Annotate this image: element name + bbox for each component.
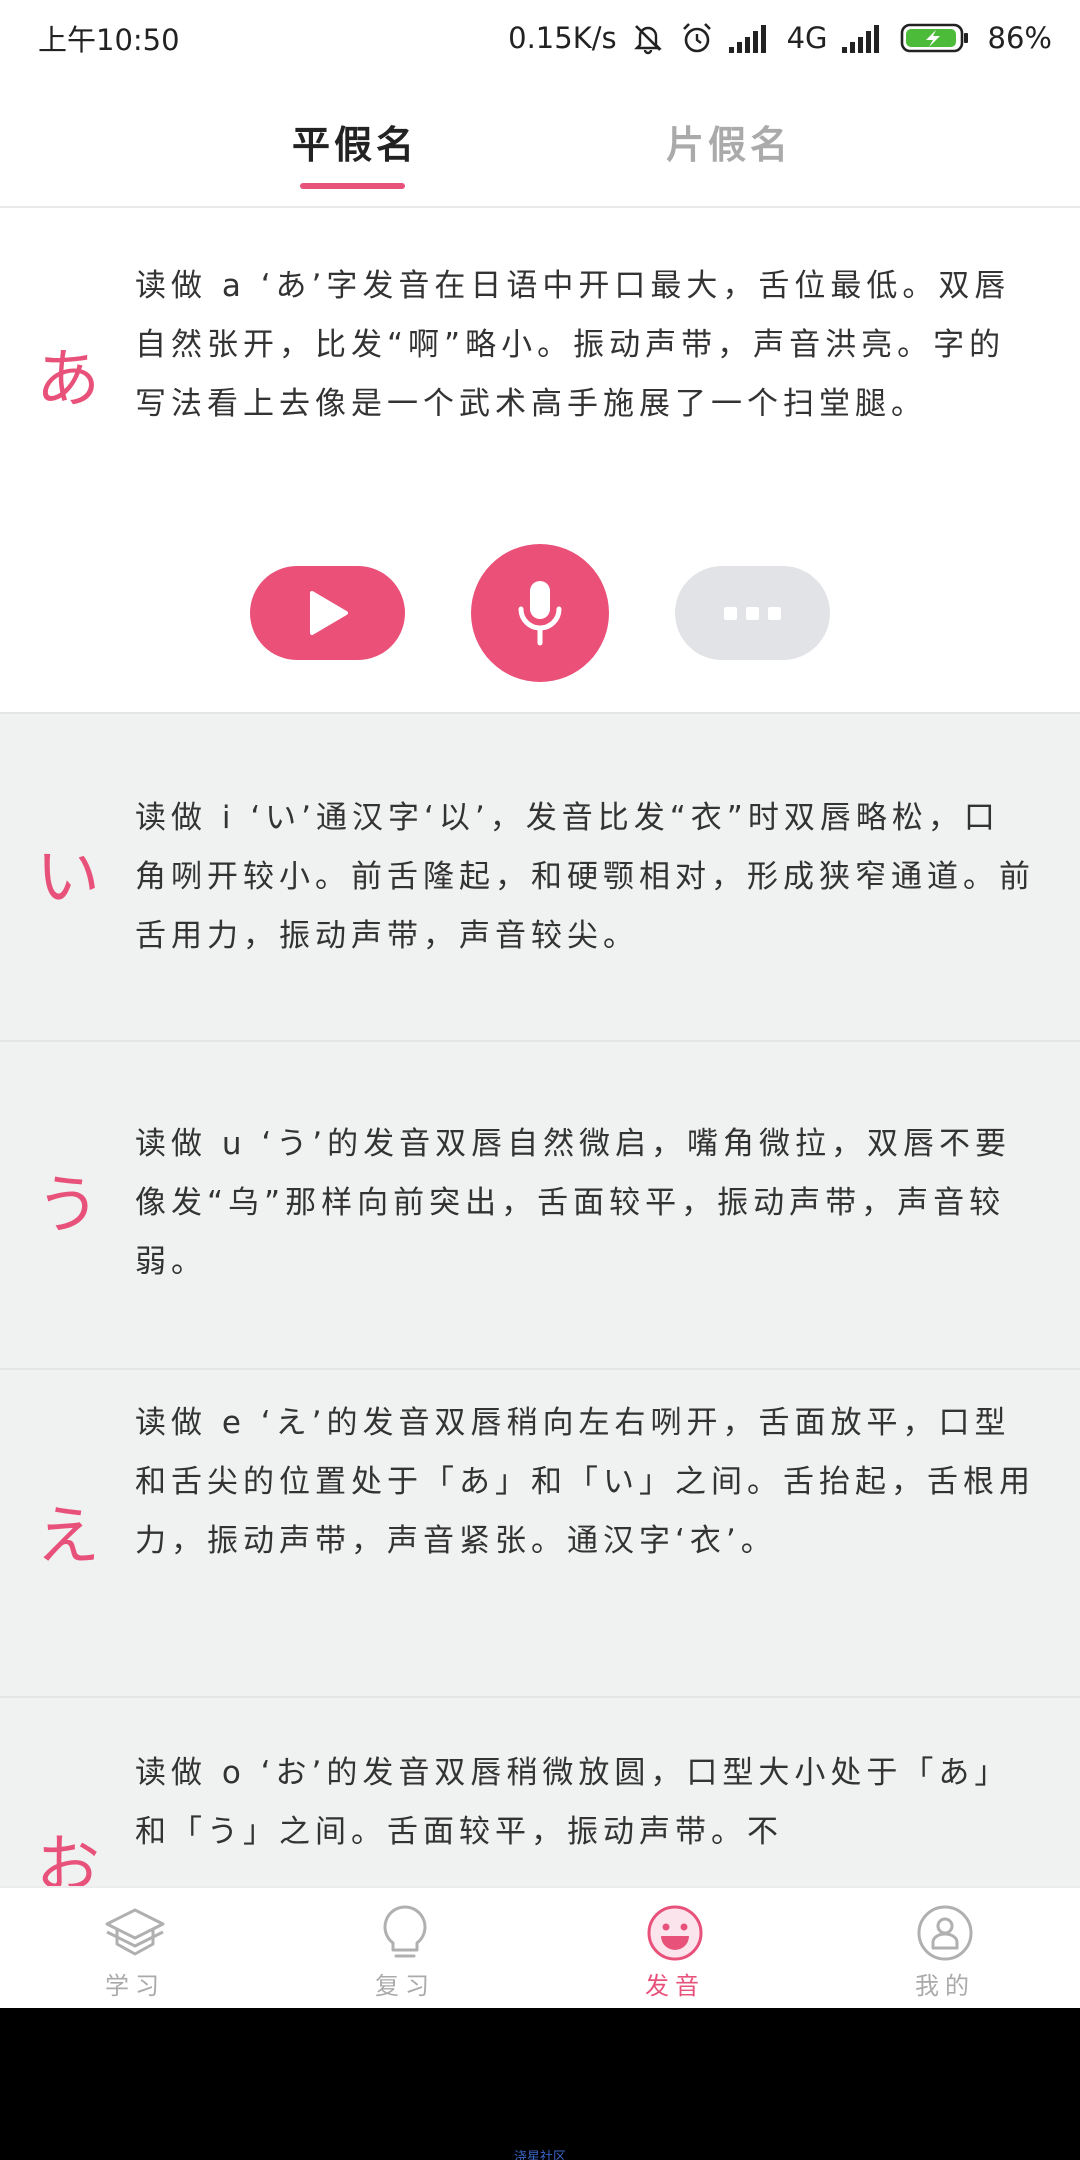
more-dot <box>724 606 737 620</box>
nav-label: 复习 <box>375 1972 435 2000</box>
net-speed: 0.15K/s <box>508 21 617 55</box>
kana-character: う <box>36 1169 100 1243</box>
network-type: 4G <box>786 21 828 55</box>
microphone-icon <box>518 581 562 646</box>
status-icons: 0.15K/s 4G 86% <box>508 20 1052 56</box>
more-dot <box>746 606 759 620</box>
kana-description: 读做 i ‘い’通汉字‘以’，发音比发“衣”时双唇略松，口角咧开较小。前舌隆起，… <box>135 800 1035 954</box>
kana-description: 读做 a ‘あ’字发音在日语中开口最大，舌位最低。双唇自然张开，比发“啊”略小。… <box>135 268 1011 422</box>
status-time: 上午10:50 <box>38 23 180 57</box>
tab-katakana[interactable]: 片假名 <box>666 114 792 169</box>
tab-indicator <box>300 183 405 189</box>
audio-controls <box>0 544 1080 684</box>
kana-tabs: 平假名 片假名 <box>0 76 1080 208</box>
battery-percent: 86% <box>987 21 1052 55</box>
bell-muted-icon <box>633 25 662 55</box>
kana-card-i[interactable]: い 读做 i ‘い’通汉字‘以’，发音比发“衣”时双唇略松，口角咧开较小。前舌隆… <box>0 712 1080 1040</box>
kana-description: 读做 e ‘え’的发音双唇稍向左右咧开，舌面放平，口型和舌尖的位置处于「あ」和「… <box>135 1405 1035 1559</box>
nav-label: 学习 <box>105 1972 165 2000</box>
kana-character: お <box>36 1829 100 1888</box>
smile-icon <box>647 1905 703 1961</box>
kana-character: あ <box>36 343 100 417</box>
kana-list[interactable]: あ 读做 a ‘あ’字发音在日语中开口最大，舌位最低。双唇自然张开，比发“啊”略… <box>0 210 1080 1888</box>
more-button[interactable] <box>675 566 830 660</box>
tab-hiragana[interactable]: 平假名 <box>292 114 418 169</box>
kana-card-e[interactable]: え 读做 e ‘え’的发音双唇稍向左右咧开，舌面放平，口型和舌尖的位置处于「あ」… <box>0 1368 1080 1696</box>
nav-item-study[interactable]: 学习 <box>0 1888 270 2008</box>
record-button[interactable] <box>471 544 609 682</box>
nav-label: 发音 <box>645 1972 705 2000</box>
watermark: 浇星社区 <box>513 2150 566 2160</box>
alarm-icon <box>682 23 711 53</box>
battery-charging-icon <box>900 23 968 53</box>
graduation-cap-icon <box>105 1908 165 1956</box>
kana-character: い <box>36 841 100 915</box>
nav-item-pronunciation[interactable]: 发音 <box>540 1888 810 2008</box>
kana-card-u[interactable]: う 读做 u ‘う’的发音双唇自然微启，嘴角微拉，双唇不要像发“乌”那样向前突出… <box>0 1040 1080 1368</box>
kana-description: 读做 u ‘う’的发音双唇自然微启，嘴角微拉，双唇不要像发“乌”那样向前突出，舌… <box>135 1126 1012 1280</box>
kana-card-a[interactable]: あ 读做 a ‘あ’字发音在日语中开口最大，舌位最低。双唇自然张开，比发“啊”略… <box>0 210 1080 712</box>
nav-item-review[interactable]: 复习 <box>270 1888 540 2008</box>
kana-card-o[interactable]: お 读做 o ‘お’的发音双唇稍微放圆，口型大小处于「あ」和「う」之间。舌面较平… <box>0 1696 1080 1888</box>
nav-item-profile[interactable]: 我的 <box>810 1888 1080 2008</box>
play-button[interactable] <box>250 566 405 660</box>
status-bar: 上午10:50 0.15K/s 4G 86% <box>0 0 1080 76</box>
lightbulb-icon <box>383 1905 427 1958</box>
nav-label: 我的 <box>915 1972 975 2000</box>
more-dot <box>768 606 781 620</box>
app-screen: 上午10:50 0.15K/s 4G 86% 平假名 片假名 あ 读做 a ‘あ… <box>0 0 1080 2008</box>
kana-description: 读做 o ‘お’的发音双唇稍微放圆，口型大小处于「あ」和「う」之间。舌面较平，振… <box>135 1755 1011 1850</box>
bottom-nav: 学习 复习 发音 我的 <box>0 1886 1080 2008</box>
user-icon <box>917 1905 973 1961</box>
kana-character: え <box>36 1500 100 1574</box>
signal-icon <box>841 25 879 53</box>
signal-icon <box>728 25 766 53</box>
play-icon <box>309 591 348 635</box>
